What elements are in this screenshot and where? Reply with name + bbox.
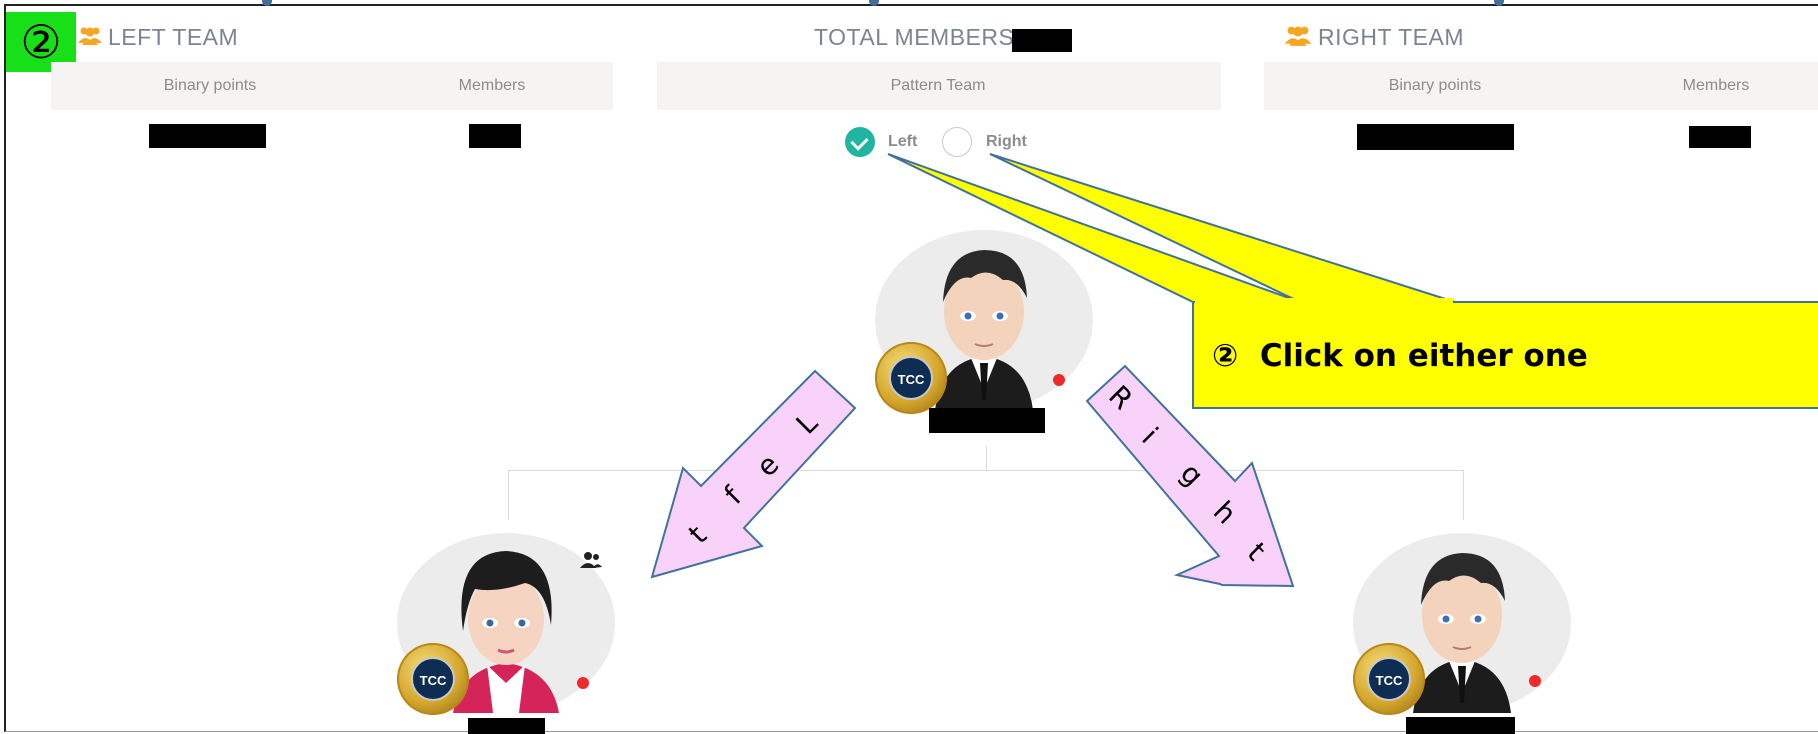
tcc-coin-badge: TCC: [1353, 643, 1425, 715]
left-member-name-redacted: [468, 718, 545, 734]
callout-label: Click on either one: [1259, 338, 1588, 374]
status-dot: [577, 677, 589, 689]
tcc-coin-badge: TCC: [397, 643, 469, 715]
root-member-avatar[interactable]: TCC: [875, 230, 1093, 414]
status-dot: [1529, 675, 1541, 687]
tcc-coin-badge: TCC: [875, 342, 947, 414]
right-member-name-redacted: [1406, 717, 1515, 734]
tcc-coin-label: TCC: [411, 657, 455, 701]
callout-number: ②: [1212, 338, 1239, 374]
callout-seam: [1195, 298, 1453, 308]
right-member-avatar[interactable]: TCC: [1353, 533, 1571, 715]
status-dot: [1053, 374, 1065, 386]
tcc-coin-label: TCC: [1367, 657, 1411, 701]
callout-text: ② Click on either one: [1212, 338, 1588, 374]
add-user-icon[interactable]: [579, 551, 603, 574]
left-arrow-shape: [650, 369, 857, 579]
root-member-name-redacted: [929, 408, 1045, 433]
tcc-coin-label: TCC: [889, 356, 933, 400]
